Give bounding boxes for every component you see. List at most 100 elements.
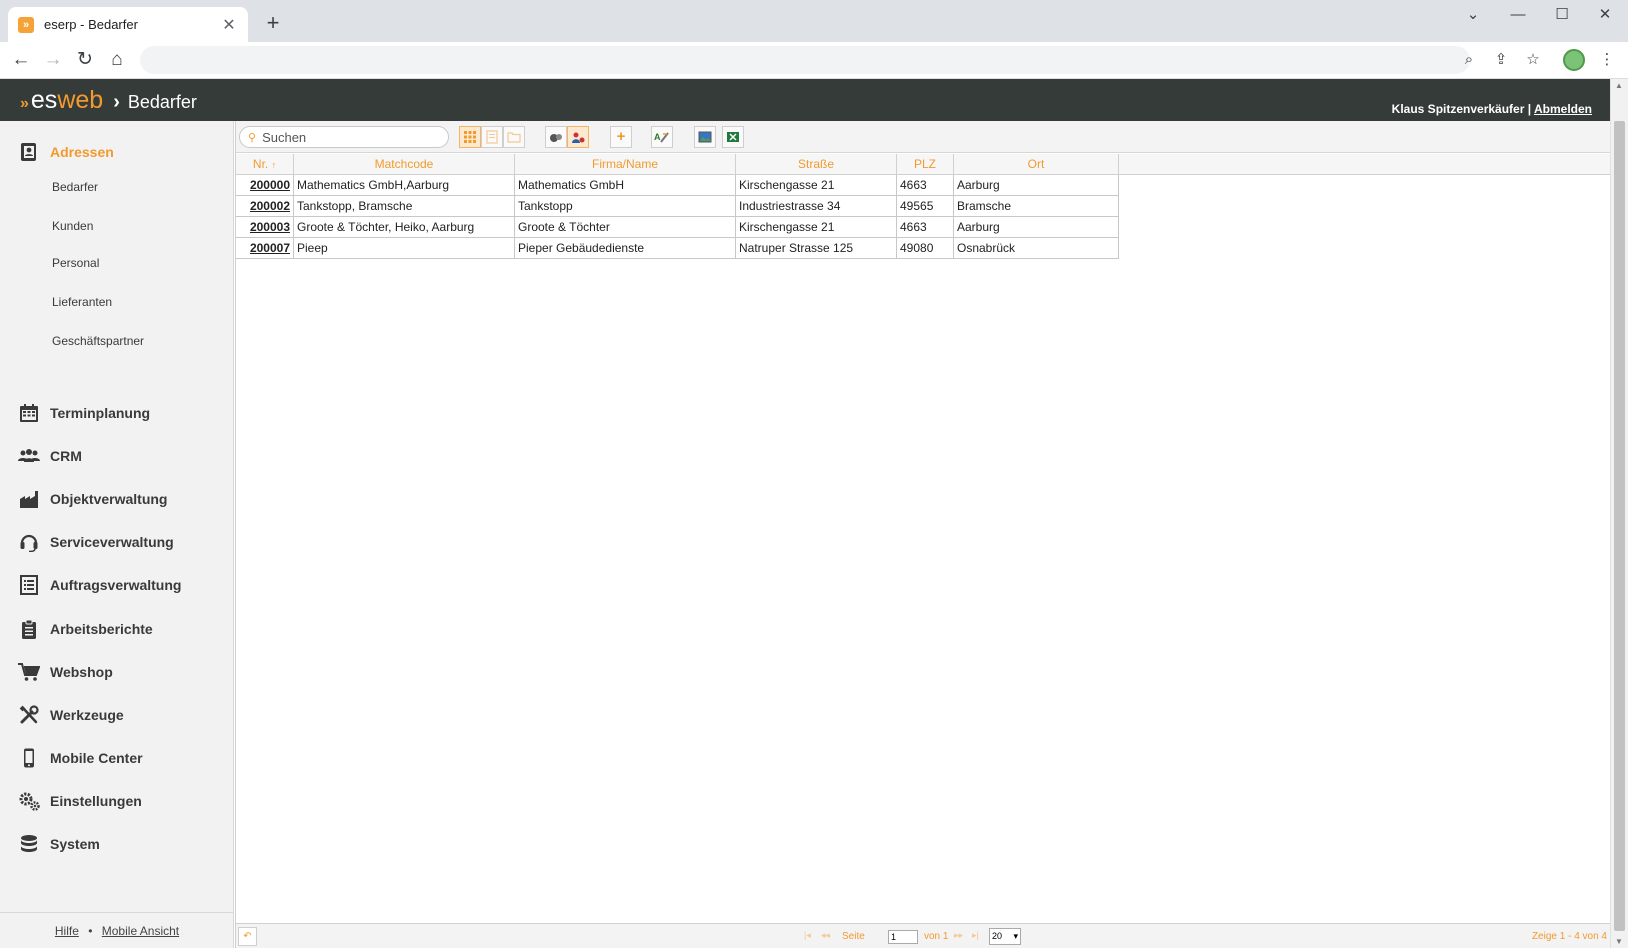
pager-back-button[interactable]: ↶ (238, 927, 257, 946)
scroll-thumb[interactable] (1614, 121, 1625, 931)
sidebar-item-einstellungen[interactable]: Einstellungen (18, 786, 228, 816)
sidebar-subitem-geschaeftspartner[interactable]: Geschäftspartner (52, 334, 144, 348)
sidebar-item-objektverwaltung[interactable]: Objektverwaltung (18, 484, 228, 514)
esweb-logo[interactable]: » es web › Bedarfer (20, 86, 197, 115)
maximize-icon[interactable]: ☐ (1547, 4, 1577, 26)
sidebar-item-label: System (50, 836, 100, 852)
sidebar: Adressen Bedarfer Kunden Personal Liefer… (0, 121, 234, 948)
cell-firma: Tankstopp (515, 196, 736, 216)
bookmark-star-icon[interactable]: ☆ (1520, 47, 1546, 73)
new-tab-button[interactable]: + (260, 10, 286, 36)
table-row[interactable]: 200002 Tankstopp, Bramsche Tankstopp Ind… (236, 196, 1119, 217)
chevron-down-icon: ▾ (1013, 931, 1018, 941)
forward-icon[interactable]: → (40, 47, 66, 73)
row-nr-link[interactable]: 200002 (236, 196, 294, 216)
cell-plz: 49080 (897, 238, 954, 258)
reload-icon[interactable]: ↻ (72, 47, 98, 73)
close-tab-icon[interactable]: ✕ (220, 15, 238, 35)
search-input[interactable] (262, 129, 433, 145)
tab-title: eserp - Bedarfer (44, 17, 138, 32)
close-window-icon[interactable]: ✕ (1590, 4, 1620, 26)
image-button[interactable] (694, 126, 716, 148)
grid-toolbar: ⚲ + A (236, 121, 1611, 153)
page-size-select[interactable]: 20 ▾ (989, 928, 1021, 945)
scroll-down-icon[interactable]: ▼ (1615, 937, 1623, 946)
user-filter-icon (572, 132, 585, 143)
address-bar[interactable] (140, 46, 1470, 74)
address-url[interactable] (140, 46, 790, 74)
column-header-nr[interactable]: Nr. ↑ (236, 154, 294, 175)
excel-export-button[interactable] (722, 126, 744, 148)
sort-ascending-icon: ↑ (271, 160, 277, 170)
column-header-matchcode[interactable]: Matchcode (294, 154, 515, 175)
detail-view-button[interactable] (481, 126, 503, 148)
next-page-icon[interactable]: ▸▸ (954, 930, 963, 941)
tab-search-icon[interactable]: ⌄ (1458, 4, 1488, 26)
sidebar-item-mobile-center[interactable]: Mobile Center (18, 743, 228, 773)
column-header-strasse[interactable]: Straße (736, 154, 897, 175)
sidebar-item-auftragsverwaltung[interactable]: Auftragsverwaltung (18, 570, 228, 600)
add-button[interactable]: + (610, 126, 632, 148)
sidebar-item-system[interactable]: System (18, 829, 228, 859)
home-icon[interactable]: ⌂ (104, 47, 130, 73)
favicon-icon: » (18, 16, 34, 33)
help-link[interactable]: Hilfe (55, 924, 79, 938)
filter-icon (550, 134, 562, 142)
sidebar-subitem-lieferanten[interactable]: Lieferanten (52, 295, 112, 309)
logout-link[interactable]: Abmelden (1534, 102, 1592, 116)
page-of-label: von 1 (924, 931, 949, 942)
sidebar-item-serviceverwaltung[interactable]: Serviceverwaltung (18, 527, 228, 557)
sidebar-item-terminplanung[interactable]: Terminplanung (18, 398, 228, 428)
folder-button[interactable] (503, 126, 525, 148)
scroll-up-icon[interactable]: ▲ (1615, 81, 1623, 90)
sidebar-subitem-kunden[interactable]: Kunden (52, 219, 93, 233)
sidebar-item-adressen[interactable]: Adressen (18, 137, 228, 167)
edit-button[interactable]: A (651, 126, 673, 148)
menu-kebab-icon[interactable]: ⋮ (1594, 47, 1620, 73)
search-icon: ⚲ (248, 131, 257, 144)
sidebar-item-label: Auftragsverwaltung (50, 577, 182, 593)
table-row[interactable]: 200000 Mathematics GmbH,Aarburg Mathemat… (236, 175, 1119, 196)
browser-tabstrip: » eserp - Bedarfer ✕ + ⌄ — ☐ ✕ (0, 0, 1628, 42)
search-box[interactable]: ⚲ (239, 126, 449, 148)
page-number-input[interactable] (888, 930, 918, 944)
share-icon[interactable]: ⇪ (1488, 47, 1514, 73)
sidebar-item-label: Arbeitsberichte (50, 621, 153, 637)
sidebar-item-werkzeuge[interactable]: Werkzeuge (18, 700, 228, 730)
column-header-firma[interactable]: Firma/Name (515, 154, 736, 175)
prev-page-icon[interactable]: ◂◂ (821, 930, 830, 941)
row-nr-link[interactable]: 200000 (236, 175, 294, 195)
cell-matchcode: Mathematics GmbH,Aarburg (294, 175, 515, 195)
zoom-icon[interactable]: ⌕ (1456, 47, 1482, 73)
grid-view-button[interactable] (459, 126, 481, 148)
cell-strasse: Natruper Strasse 125 (736, 238, 897, 258)
browser-tab[interactable]: » eserp - Bedarfer ✕ (8, 7, 248, 42)
sidebar-subitem-personal[interactable]: Personal (52, 256, 99, 270)
mobile-icon (18, 747, 40, 769)
sidebar-item-arbeitsberichte[interactable]: Arbeitsberichte (18, 614, 228, 644)
row-nr-link[interactable]: 200003 (236, 217, 294, 237)
sidebar-item-label: Mobile Center (50, 750, 143, 766)
minimize-icon[interactable]: — (1503, 4, 1533, 26)
main-content: ⚲ + A Nr. ↑ Matchcode (235, 121, 1611, 948)
column-header-ort[interactable]: Ort (954, 154, 1119, 175)
row-nr-link[interactable]: 200007 (236, 238, 294, 258)
cell-plz: 4663 (897, 175, 954, 195)
logo-web: web (57, 86, 104, 114)
table-row[interactable]: 200003 Groote & Töchter, Heiko, Aarburg … (236, 217, 1119, 238)
last-page-icon[interactable]: ▸| (972, 930, 979, 941)
sidebar-subitem-bedarfer[interactable]: Bedarfer (52, 180, 98, 194)
sidebar-item-webshop[interactable]: Webshop (18, 657, 228, 687)
profile-avatar[interactable] (1563, 49, 1585, 71)
table-row[interactable]: 200007 Pieep Pieper Gebäudedienste Natru… (236, 238, 1119, 259)
first-page-icon[interactable]: |◂ (804, 930, 811, 941)
undo-icon: ↶ (243, 931, 252, 942)
page-scrollbar[interactable]: ▲ ▼ (1610, 79, 1628, 948)
sidebar-item-crm[interactable]: CRM (18, 441, 228, 471)
column-header-plz[interactable]: PLZ (897, 154, 954, 175)
mobile-view-link[interactable]: Mobile Ansicht (102, 924, 179, 938)
user-filter-button[interactable] (567, 126, 589, 148)
filter-button[interactable] (545, 126, 567, 148)
back-icon[interactable]: ← (8, 47, 34, 73)
database-icon (18, 833, 40, 855)
